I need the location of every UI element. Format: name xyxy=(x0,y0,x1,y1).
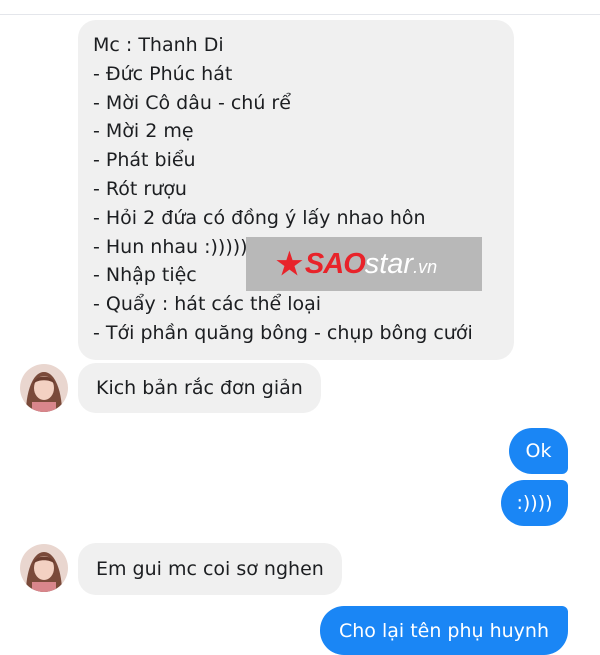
message-line: Mc : Thanh Di xyxy=(93,34,224,56)
saostar-watermark: ★ SAO star .vn xyxy=(246,237,482,291)
message-line: - Quẩy : hát các thể loại xyxy=(93,293,322,316)
message-bubble-outgoing[interactable]: Ok xyxy=(509,428,568,474)
avatar-icon xyxy=(20,364,68,412)
message-bubble-outgoing[interactable]: :)))) xyxy=(501,480,568,526)
message-line: - Rót rượu xyxy=(93,177,187,200)
watermark-brand-white: star xyxy=(364,247,414,280)
avatar[interactable] xyxy=(20,364,68,412)
star-icon: ★ xyxy=(276,247,303,281)
message-bubble-incoming[interactable]: Em gui mc coi sơ nghen xyxy=(78,543,342,595)
message-line: - Mời 2 mẹ xyxy=(93,120,194,143)
message-bubble-script[interactable]: Mc : Thanh Di - Đức Phúc hát - Mời Cô dâ… xyxy=(78,20,514,360)
message-line: - Tới phần quăng bông - chụp bông cưới xyxy=(93,321,473,344)
message-line: - Mời Cô dâu - chú rể xyxy=(93,91,291,114)
avatar-icon xyxy=(20,544,68,592)
message-bubble-incoming[interactable]: Kich bản rắc đơn giản xyxy=(78,363,321,413)
message-line: - Đức Phúc hát xyxy=(93,62,233,85)
message-text: Kich bản rắc đơn giản xyxy=(96,377,303,399)
avatar[interactable] xyxy=(20,544,68,592)
message-line: - Hỏi 2 đứa có đồng ý lấy nhao hôn xyxy=(93,206,426,229)
message-text: Em gui mc coi sơ nghen xyxy=(96,558,324,580)
message-line: - Phát biểu xyxy=(93,149,196,172)
watermark-brand-red: SAO xyxy=(304,247,366,280)
message-text: Ok xyxy=(525,440,552,462)
top-divider xyxy=(0,14,600,15)
watermark-suffix: .vn xyxy=(413,256,438,277)
message-text: :)))) xyxy=(516,492,553,514)
message-text: Cho lại tên phụ huynh xyxy=(338,619,550,642)
message-bubble-outgoing[interactable]: Cho lại tên phụ huynh xyxy=(320,606,568,655)
